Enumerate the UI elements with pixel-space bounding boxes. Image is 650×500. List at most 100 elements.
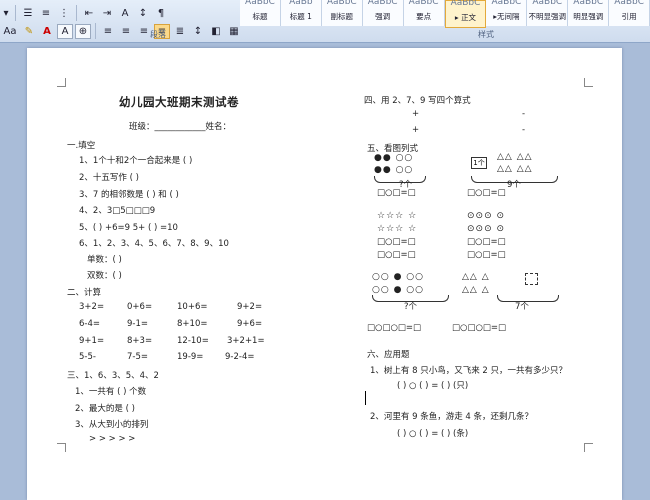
equation-blanks: □○□=□ bbox=[377, 237, 416, 247]
distributed-icon[interactable]: ≣ bbox=[172, 24, 188, 39]
align-left-icon[interactable]: ≡ bbox=[100, 24, 116, 39]
dashed-box bbox=[525, 273, 538, 285]
equation-blanks: □○□=□ bbox=[377, 188, 416, 198]
dots-diagram: ●● ○○ bbox=[374, 153, 414, 163]
dropdown-arrow-icon[interactable]: ▾ bbox=[1, 6, 11, 21]
style-label: 副标题 bbox=[330, 12, 354, 21]
calc-cell: 9+1= bbox=[79, 336, 105, 346]
enclose-char-icon[interactable]: ⊕ bbox=[75, 23, 91, 39]
style-preview: AaBbC bbox=[408, 0, 439, 5]
question: 3、从大到小的排列 bbox=[75, 420, 149, 430]
triangles-diagram: △△ △△ bbox=[497, 164, 533, 174]
style-label: ▸无间隔 bbox=[486, 11, 526, 22]
equation-blanks: □○□=□ bbox=[467, 188, 506, 198]
line-spacing-icon[interactable]: ↕ bbox=[190, 24, 206, 39]
calc-cell: 10+6= bbox=[177, 302, 208, 312]
calc-cell: 8+10= bbox=[177, 319, 208, 329]
style-tile-selected[interactable]: AaBbC ▸ 正文 bbox=[444, 0, 487, 28]
calc-cell: 5-5- bbox=[79, 352, 96, 362]
style-preview: AaBbC bbox=[367, 0, 398, 5]
brace-label: 7个 bbox=[515, 302, 529, 312]
style-label: 明显强调 bbox=[573, 12, 604, 21]
minus-sign: - bbox=[522, 109, 526, 119]
calc-cell: 9+2= bbox=[237, 302, 263, 312]
section-word-problems: 六、应用题 bbox=[367, 350, 410, 360]
style-label: 标题 bbox=[252, 12, 268, 21]
page-title: 幼儿园大班期末测试卷 bbox=[119, 95, 239, 109]
equation-blanks: □○□=□ bbox=[467, 250, 506, 260]
increase-indent-icon[interactable]: ⇥ bbox=[99, 6, 115, 21]
word-problem: 2、河里有 9 条鱼，游走 4 条，还剩几条？ bbox=[370, 412, 534, 422]
calc-cell: 6-4= bbox=[79, 319, 101, 329]
equation-blanks: □○□=□ bbox=[377, 250, 416, 260]
order-blanks: > > > > > bbox=[89, 434, 136, 444]
style-preview: AaBbC bbox=[532, 0, 563, 5]
style-tile[interactable]: AaBbC 强调 bbox=[362, 0, 404, 26]
style-tile[interactable]: AaBbC 引用 bbox=[609, 0, 650, 26]
document-page[interactable]: 幼儿园大班期末测试卷 班级：____________姓名： 一.填空 1、1个十… bbox=[27, 48, 622, 500]
crop-mark bbox=[57, 78, 66, 87]
char-shading-icon[interactable]: A bbox=[57, 23, 73, 39]
triangles-diagram: △△ △△ bbox=[497, 152, 533, 162]
question: 2、十五写作 ( ) bbox=[79, 173, 139, 183]
plus-sign: + bbox=[412, 125, 420, 135]
word-problem: 1、树上有 8 只小鸟，又飞来 2 只，一共有多少只？ bbox=[370, 366, 568, 376]
style-tile[interactable]: AaBbC ▸无间隔 bbox=[486, 0, 528, 26]
numbering-icon[interactable]: ≡ bbox=[38, 6, 54, 21]
style-label: 要点 bbox=[416, 12, 432, 21]
question: 4、2、3□5□□□9 bbox=[79, 206, 156, 216]
style-preview: AaBbC bbox=[450, 0, 481, 6]
question: 2、最大的是 ( ) bbox=[75, 404, 135, 414]
answer-blanks: ( ) ○ ( ) = ( ) (条) bbox=[397, 429, 469, 439]
styles-group-label: 样式 bbox=[478, 30, 494, 39]
decrease-indent-icon[interactable]: ⇤ bbox=[81, 6, 97, 21]
style-label: 不明显强调 bbox=[528, 12, 567, 21]
calc-cell: 3+2= bbox=[79, 302, 105, 312]
crop-mark bbox=[584, 78, 593, 87]
shading-icon[interactable]: ◧ bbox=[208, 24, 224, 39]
font-color-icon[interactable]: A bbox=[39, 24, 55, 39]
calc-cell: 7-5= bbox=[127, 352, 149, 362]
style-label: ▸ 正文 bbox=[446, 12, 486, 23]
calc-cell: 0+6= bbox=[127, 302, 153, 312]
style-preview: AaBbC bbox=[245, 0, 275, 5]
mixed-circles-diagram: ○○ ● ○○ bbox=[372, 285, 424, 295]
style-tile[interactable]: AaBbC 要点 bbox=[403, 0, 445, 26]
section-equations: 四、用 2、7、9 写四个算式 bbox=[364, 96, 471, 106]
circles-diagram: ⊙⊙⊙ ⊙ bbox=[467, 224, 506, 234]
show-marks-icon[interactable]: ¶ bbox=[153, 6, 169, 21]
text-cursor bbox=[365, 391, 366, 405]
stars-diagram: ☆☆☆ ☆ bbox=[377, 224, 418, 234]
equation-blanks: □○□○□=□ bbox=[452, 323, 507, 333]
calc-cell: 3+2+1= bbox=[227, 336, 265, 346]
highlight-icon[interactable]: ✎ bbox=[21, 24, 37, 39]
question: 1、一共有 ( ) 个数 bbox=[75, 387, 147, 397]
styles-gallery: AaBbC 标题 AaBb 标题 1 AaBbC 副标题 AaBbC 强调 AaBbC 要… bbox=[240, 0, 650, 28]
style-label-text: 无间隔 bbox=[497, 12, 520, 21]
triangles-diagram: △△ △ bbox=[462, 272, 490, 282]
style-label-text: 正文 bbox=[461, 13, 477, 22]
calc-cell: 8+3= bbox=[127, 336, 153, 346]
multilevel-list-icon[interactable]: ⋮ bbox=[56, 6, 72, 21]
section-fill-blank: 一.填空 bbox=[67, 141, 96, 151]
minus-sign: - bbox=[522, 125, 526, 135]
style-label: 强调 bbox=[375, 12, 391, 21]
style-tile[interactable]: AaBbC 副标题 bbox=[321, 0, 363, 26]
brace-label: ?个 bbox=[404, 302, 418, 312]
style-tile[interactable]: AaBbC 明显强调 bbox=[568, 0, 610, 26]
style-label: 标题 1 bbox=[289, 12, 312, 21]
style-tile[interactable]: AaBbC 不明显强调 bbox=[527, 0, 569, 26]
ribbon: ▾ ☰ ≡ ⋮ ⇤ ⇥ A ↕ ¶ Aa ✎ A A ⊕ ≡ ≡ ≡ ≡ ≣ ↕… bbox=[0, 0, 650, 43]
style-preview: AaBbC bbox=[491, 0, 522, 5]
align-center-icon[interactable]: ≡ bbox=[118, 24, 134, 39]
chinese-layout-icon[interactable]: A bbox=[117, 6, 133, 21]
bullets-icon[interactable]: ☰ bbox=[20, 6, 36, 21]
brace-label: 9个 bbox=[507, 180, 521, 190]
separator bbox=[95, 23, 96, 39]
change-case-button[interactable]: Aa bbox=[1, 24, 19, 39]
calc-cell: 9-1= bbox=[127, 319, 149, 329]
sort-icon[interactable]: ↕ bbox=[135, 6, 151, 21]
style-tile[interactable]: AaBb 标题 1 bbox=[280, 0, 322, 26]
equation-blanks: □○□=□ bbox=[467, 237, 506, 247]
style-tile[interactable]: AaBbC 标题 bbox=[240, 0, 281, 26]
